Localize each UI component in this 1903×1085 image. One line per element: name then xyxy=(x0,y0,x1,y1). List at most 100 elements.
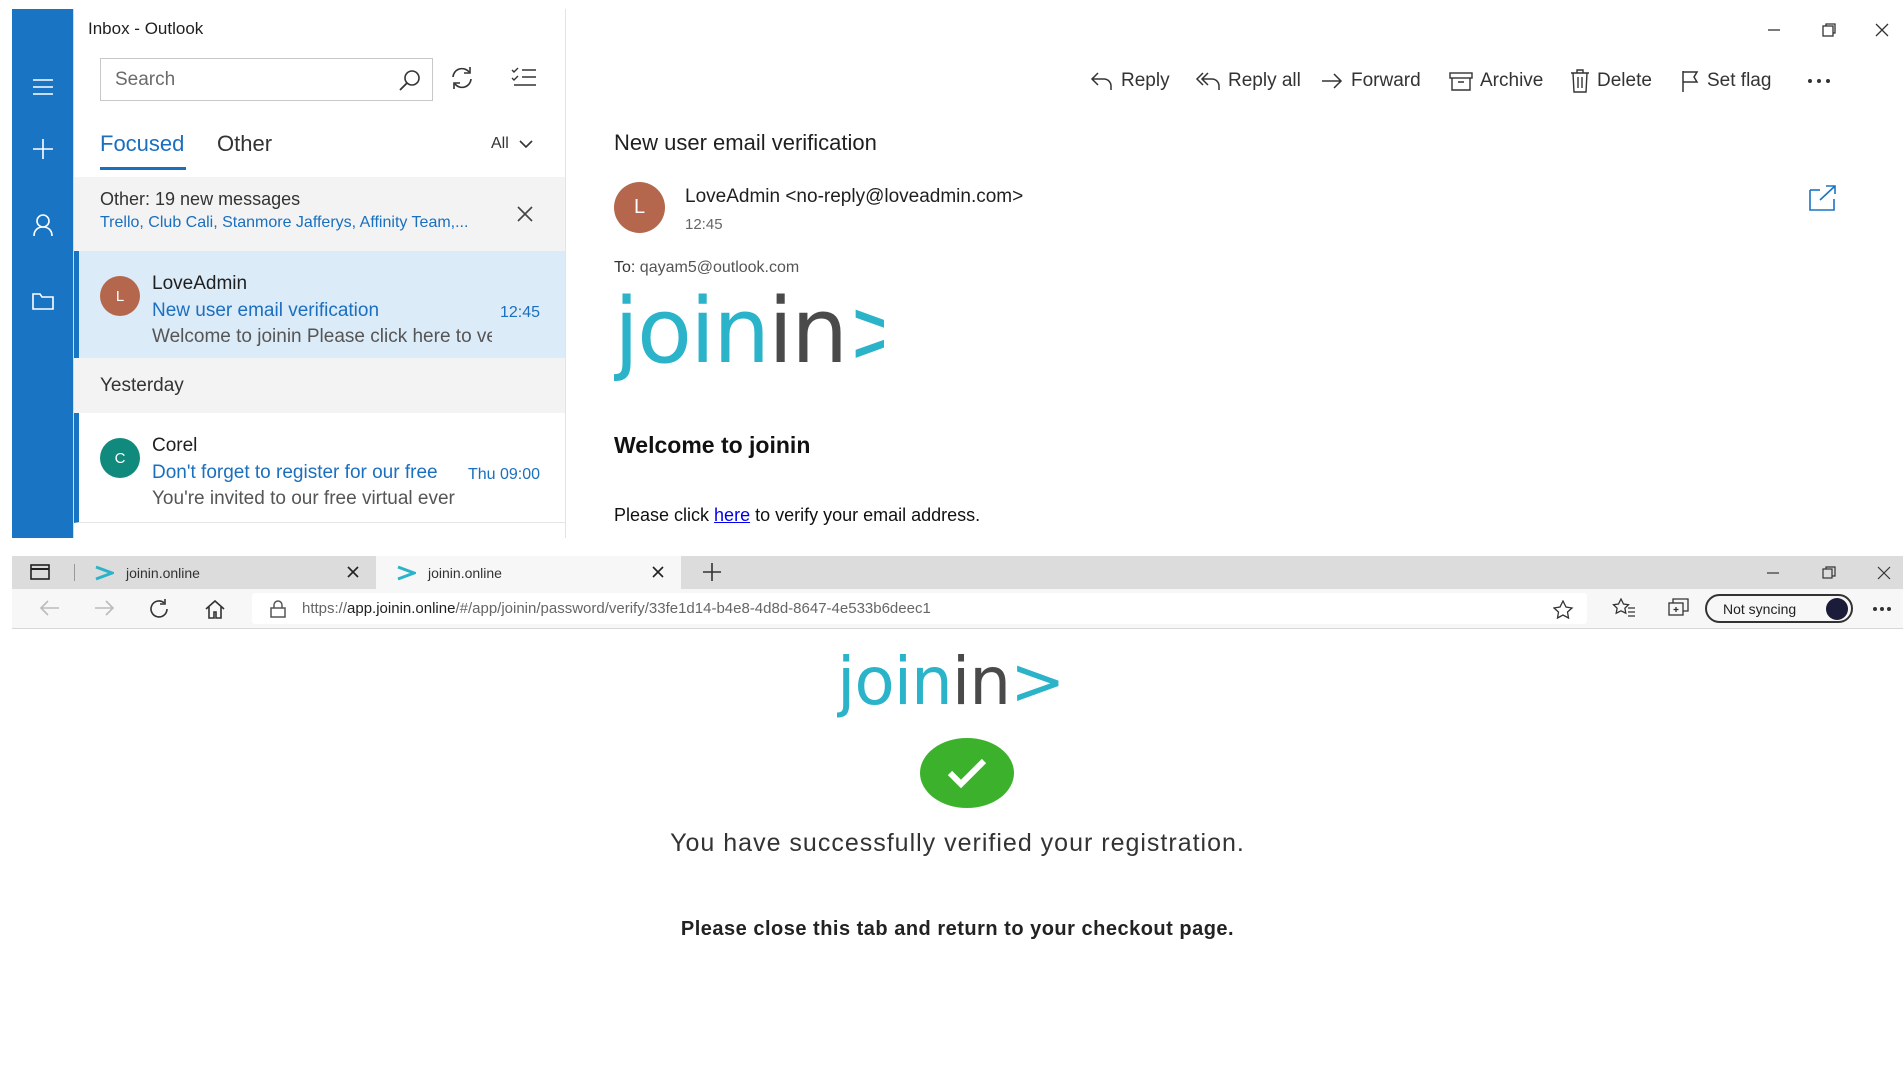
reading-pane: Reply Reply all Forward Archive Delete S… xyxy=(567,0,1903,538)
verify-text-after: to verify your email address. xyxy=(750,505,981,525)
url-text: https://app.joinin.online/#/app/joinin/p… xyxy=(302,600,931,617)
delete-button[interactable]: Delete xyxy=(1570,64,1652,98)
close-tab-icon[interactable] xyxy=(651,565,665,579)
other-inbox-banner[interactable]: Other: 19 new messages Trello, Club Cali… xyxy=(74,177,565,253)
close-window-icon[interactable] xyxy=(1870,18,1894,42)
trash-icon xyxy=(1570,69,1590,93)
logo-in: in xyxy=(952,648,1010,720)
message-subject: Don't forget to register for our free xyxy=(152,462,438,483)
search-input[interactable] xyxy=(115,68,385,91)
email-time: 12:45 xyxy=(685,216,723,233)
profile-avatar-icon xyxy=(1826,598,1848,620)
forward-arrow-icon xyxy=(1320,70,1344,92)
avatar: C xyxy=(100,438,140,478)
message-sender: Corel xyxy=(152,435,198,456)
set-flag-button[interactable]: Set flag xyxy=(1680,64,1771,98)
tab-actions-icon[interactable] xyxy=(30,563,50,581)
new-mail-plus-icon[interactable] xyxy=(12,127,73,171)
web-page-content: joinin> You have successfully verified y… xyxy=(12,630,1903,1085)
reply-icon xyxy=(1090,70,1114,92)
restore-icon[interactable] xyxy=(1817,18,1841,42)
settings-more-icon[interactable] xyxy=(1872,606,1892,612)
message-preview: Welcome to joinin Please click here to v… xyxy=(152,326,492,347)
favorites-icon[interactable] xyxy=(1612,598,1636,618)
home-icon[interactable] xyxy=(204,598,226,620)
list-item[interactable]: L LoveAdmin New user email verification … xyxy=(74,251,565,358)
tab-title: joinin.online xyxy=(428,564,502,581)
forward-button[interactable]: Forward xyxy=(1320,64,1421,98)
other-banner-title: Other: 19 new messages xyxy=(100,189,301,209)
sync-status-label: Not syncing xyxy=(1723,600,1797,617)
tab-focused-indicator xyxy=(100,167,186,170)
verify-instructions: Please click here to verify your email a… xyxy=(614,505,980,526)
search-box[interactable] xyxy=(100,58,433,101)
browser-tab[interactable]: joinin.online xyxy=(74,556,376,589)
svg-text:joinin>: joinin> xyxy=(837,648,1064,720)
more-actions-icon[interactable] xyxy=(1807,64,1831,98)
email-subject: New user email verification xyxy=(614,130,877,155)
restore-icon[interactable] xyxy=(1818,562,1840,584)
lock-icon[interactable] xyxy=(270,599,286,618)
svg-text:joinin>: joinin> xyxy=(614,285,884,384)
collections-icon[interactable] xyxy=(1668,598,1690,618)
reply-all-button[interactable]: Reply all xyxy=(1195,64,1301,98)
new-tab-plus-icon[interactable] xyxy=(702,562,722,582)
logo-in: in xyxy=(768,285,846,384)
close-tab-instruction: Please close this tab and return to your… xyxy=(680,918,1235,940)
reply-button[interactable]: Reply xyxy=(1090,64,1170,98)
add-favorite-star-icon[interactable] xyxy=(1553,600,1575,620)
message-time: Thu 09:00 xyxy=(467,466,540,483)
close-tab-icon[interactable] xyxy=(346,565,360,579)
logo-join: join xyxy=(837,648,952,720)
verify-text-before: Please click xyxy=(614,505,715,525)
email-from[interactable]: LoveAdmin <no-reply@loveadmin.com> xyxy=(685,186,1023,208)
joinin-logo: joinin> xyxy=(614,285,884,384)
joinin-logo: joinin> xyxy=(837,648,1065,720)
delete-label: Delete xyxy=(1597,70,1652,91)
minimize-icon[interactable] xyxy=(1762,562,1784,584)
profile-sync-button[interactable]: Not syncing xyxy=(1705,594,1853,623)
sync-icon[interactable] xyxy=(449,65,475,91)
logo-arrow: > xyxy=(1010,648,1064,720)
archive-icon xyxy=(1449,70,1473,92)
minimize-icon[interactable] xyxy=(1762,18,1786,42)
url-host: app.joinin.online xyxy=(347,600,456,617)
logo-join: join xyxy=(614,285,768,384)
folder-icon[interactable] xyxy=(12,279,73,323)
back-arrow-icon[interactable] xyxy=(38,598,60,618)
reply-all-label: Reply all xyxy=(1228,70,1301,91)
list-item[interactable]: C Corel Don't forget to register for our… xyxy=(74,413,565,523)
avatar: L xyxy=(100,276,140,316)
close-window-icon[interactable] xyxy=(1873,562,1895,584)
filter-dropdown[interactable]: All xyxy=(491,135,533,153)
refresh-icon[interactable] xyxy=(148,598,170,620)
reply-all-icon xyxy=(1195,70,1221,92)
forward-arrow-icon[interactable] xyxy=(94,598,116,618)
window-title: Inbox - Outlook xyxy=(88,19,204,38)
set-flag-label: Set flag xyxy=(1707,70,1772,91)
verify-link[interactable]: here xyxy=(714,505,750,525)
welcome-heading: Welcome to joinin xyxy=(614,432,811,458)
message-subject: New user email verification xyxy=(152,300,380,321)
to-label: To: xyxy=(614,259,636,276)
forward-label: Forward xyxy=(1351,70,1421,91)
tab-focused[interactable]: Focused xyxy=(100,131,184,157)
search-icon[interactable] xyxy=(398,68,422,92)
tab-strip: joinin.online joinin.online xyxy=(12,556,1903,589)
select-filter-icon[interactable] xyxy=(510,65,538,89)
message-time: 12:45 xyxy=(499,304,540,321)
flag-icon xyxy=(1680,69,1700,93)
hamburger-menu-icon[interactable] xyxy=(12,65,73,109)
tab-other[interactable]: Other xyxy=(217,131,272,157)
group-header: Yesterday xyxy=(74,358,565,413)
joinin-favicon-icon xyxy=(396,565,416,581)
url-prefix: https:// xyxy=(302,600,348,617)
url-field[interactable]: https://app.joinin.online/#/app/joinin/p… xyxy=(252,593,1587,624)
close-icon[interactable] xyxy=(516,205,534,223)
logo-arrow: > xyxy=(846,285,884,384)
browser-tab-active[interactable]: joinin.online xyxy=(376,556,681,589)
archive-button[interactable]: Archive xyxy=(1449,64,1543,98)
other-banner-senders: Trello, Club Cali, Stanmore Jafferys, Af… xyxy=(100,214,469,231)
open-in-new-window-icon[interactable] xyxy=(1808,184,1838,212)
people-icon[interactable] xyxy=(12,203,73,247)
